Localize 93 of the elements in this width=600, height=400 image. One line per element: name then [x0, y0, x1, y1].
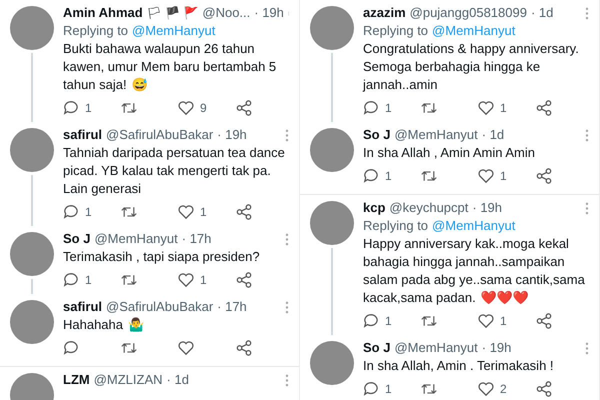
share-icon[interactable] [236, 100, 252, 116]
user-handle[interactable]: @MemHanyut [394, 126, 478, 144]
avatar-photo-placeholder[interactable] [310, 128, 354, 172]
user-name[interactable]: Amin Ahmad [63, 4, 143, 22]
avatar-photo-placeholder[interactable] [310, 201, 354, 245]
tweet-time[interactable]: · 19h [217, 126, 247, 144]
retweet-icon[interactable] [420, 381, 436, 397]
user-name[interactable]: safirul [63, 126, 102, 144]
share-icon[interactable] [536, 381, 552, 397]
reply-icon[interactable] [63, 100, 79, 116]
like-count: 2 [500, 381, 507, 398]
user-handle[interactable]: @SafirulAbuBakar [106, 298, 214, 316]
reply-icon[interactable] [363, 313, 379, 329]
user-handle[interactable]: @SafirulAbuBakar [106, 126, 214, 144]
user-handle[interactable]: @MemHanyut [94, 230, 178, 248]
share-icon[interactable] [536, 100, 552, 116]
reply-count: 1 [85, 272, 92, 289]
retweet-icon[interactable] [420, 313, 436, 329]
flag-emojis: 🏳 🏴 🚩 [146, 5, 198, 22]
user-name[interactable]: LZM [63, 371, 90, 389]
tweet-time[interactable]: · 1d [482, 126, 504, 144]
share-icon[interactable] [236, 340, 252, 356]
like-icon[interactable] [178, 272, 194, 288]
reply-icon[interactable] [363, 100, 379, 116]
like-count: 1 [500, 100, 507, 117]
user-handle[interactable]: @keychupcpt [389, 199, 468, 217]
avatar-photo-placeholder[interactable] [10, 128, 54, 172]
reply-icon[interactable] [63, 272, 79, 288]
replying-label: Replying to [363, 22, 428, 40]
reply-count: 1 [85, 100, 92, 117]
user-name[interactable]: azazim [363, 4, 406, 22]
user-name[interactable]: So J [363, 339, 390, 357]
retweet-icon[interactable] [120, 204, 136, 220]
like-count: 1 [500, 313, 507, 330]
replying-label: Replying to [363, 217, 428, 235]
like-icon[interactable] [478, 313, 494, 329]
tweet-text: In sha Allah, Amin . Terimakasih ! [363, 357, 555, 375]
like-icon[interactable] [478, 381, 494, 397]
avatar-photo-placeholder[interactable] [10, 6, 54, 50]
tweet-text: Terimakasih , tapi siapa presiden? [63, 248, 261, 266]
reply-icon[interactable] [363, 381, 379, 397]
tweet-text: Hahahaha 🤷‍♂ [63, 316, 145, 334]
user-name[interactable]: safirul [63, 298, 102, 316]
tweet-text: In sha Allah , Amin Amin Amin [363, 144, 536, 162]
like-count: 9 [200, 100, 207, 117]
user-handle[interactable]: @Noo... [202, 4, 250, 22]
avatar-photo-placeholder[interactable] [10, 300, 54, 344]
tweet-text: Bukti bahawa walaupun 26 tahun kawen, umur Mem baru bertambah 5 tahun saja! 😅 [63, 40, 278, 94]
tweet-time[interactable]: · 19h [482, 339, 512, 357]
user-handle[interactable]: @MemHanyut [394, 339, 478, 357]
tweet-time[interactable]: · 19h [472, 199, 502, 217]
reply-count: 1 [385, 168, 392, 185]
like-icon[interactable] [478, 100, 494, 116]
tweet-time[interactable]: · 1d [530, 4, 554, 22]
tweet-text: Happy anniversary kak..moga kekal bahagia hingga jannah..sampaikan salam pada abg ye..sama cantik,sama kacak,sama padan. ❤❤❤ [363, 235, 586, 307]
avatar-photo-placeholder[interactable] [10, 232, 54, 276]
share-icon[interactable] [536, 313, 552, 329]
retweet-icon[interactable] [120, 100, 136, 116]
user-name[interactable]: So J [363, 126, 390, 144]
tweet-time[interactable]: · 17h [182, 230, 212, 248]
tweet-time[interactable]: · 19h [254, 4, 284, 22]
like-icon[interactable] [178, 204, 194, 220]
replying-label: Replying to [63, 22, 128, 40]
reply-count: 1 [85, 204, 92, 221]
reply-count: 1 [385, 100, 392, 117]
user-handle[interactable]: @pujangg05818099 [410, 4, 527, 22]
reply-count: 1 [385, 313, 392, 330]
avatar-photo-placeholder[interactable] [310, 341, 354, 385]
user-name[interactable]: So J [63, 230, 90, 248]
tweet-time[interactable]: · 17h [217, 298, 247, 316]
tweet-text: Tahniah daripada persatuan tea dance picad. YB kalau tak mengerti tak pa. Lain generasi [63, 144, 286, 198]
like-icon[interactable] [478, 168, 494, 184]
like-count: 1 [200, 272, 207, 289]
retweet-icon[interactable] [120, 340, 136, 356]
share-icon[interactable] [236, 204, 252, 220]
tweet-text: Congratulations & happy anniversary. Semoga berbahagia hingga ke jannah..amin [363, 40, 580, 94]
reply-count: 1 [385, 381, 392, 398]
retweet-icon[interactable] [420, 168, 436, 184]
user-handle[interactable]: @MZLIZAN [94, 371, 163, 389]
retweet-icon[interactable] [420, 100, 436, 116]
retweet-icon[interactable] [120, 272, 136, 288]
share-icon[interactable] [536, 168, 552, 184]
share-icon[interactable] [236, 272, 252, 288]
reply-icon[interactable] [63, 340, 79, 356]
avatar-photo-placeholder[interactable] [310, 6, 354, 50]
reply-icon[interactable] [363, 168, 379, 184]
like-icon[interactable] [178, 340, 194, 356]
like-icon[interactable] [178, 100, 194, 116]
reply-icon[interactable] [63, 204, 79, 220]
like-count: 1 [200, 204, 207, 221]
user-name[interactable]: kcp [363, 199, 386, 217]
tweet-time[interactable]: · 1d [166, 371, 189, 389]
like-count: 1 [500, 168, 507, 185]
